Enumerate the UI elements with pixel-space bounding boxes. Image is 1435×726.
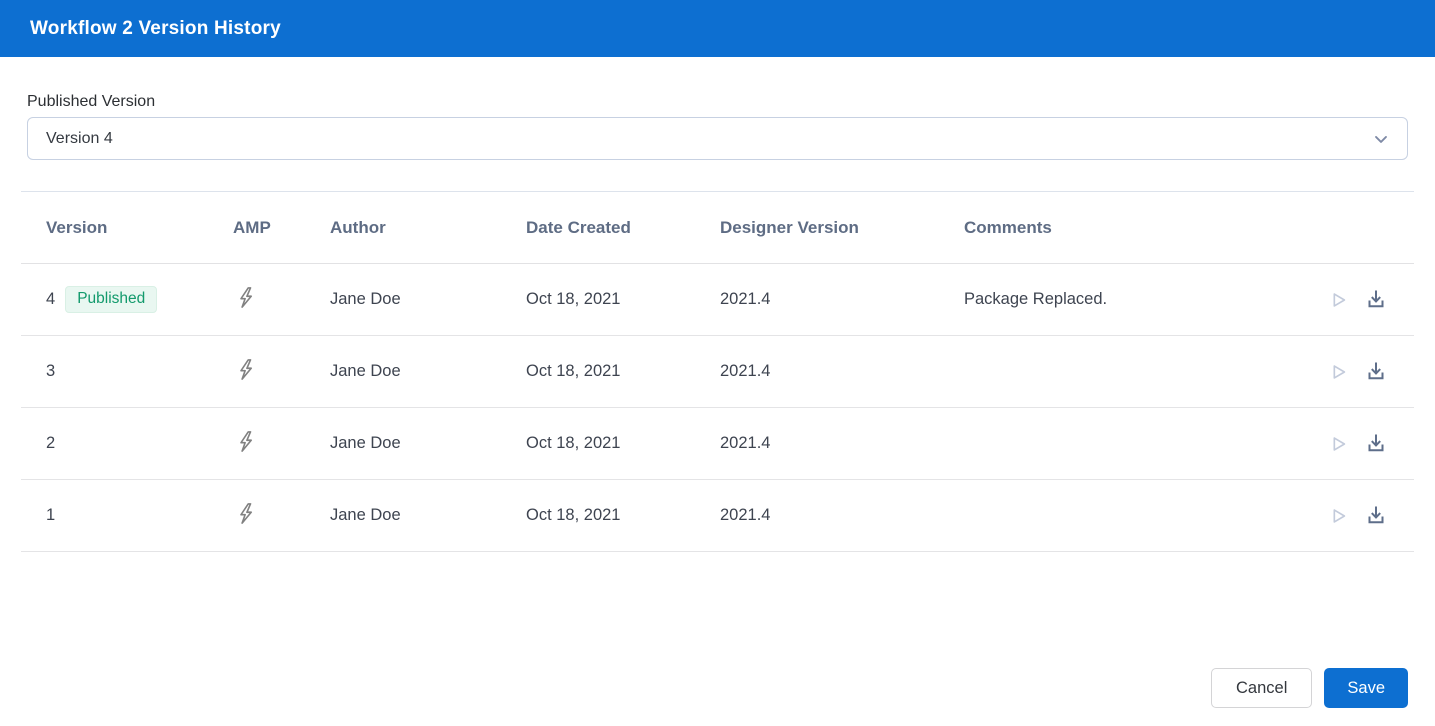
dialog-header: Workflow 2 Version History xyxy=(0,0,1435,57)
published-status-badge: Published xyxy=(65,285,158,314)
designer-version-cell: 2021.4 xyxy=(720,434,771,452)
table-row: 3 Jane Doe Oct 18, 2021 2021.4 xyxy=(21,336,1414,408)
row-actions xyxy=(1302,360,1414,384)
published-version-section: Published Version Version 4 xyxy=(0,93,1435,160)
column-header-date-created: Date Created xyxy=(526,217,631,237)
version-number: 4 xyxy=(46,290,56,308)
version-cell: 2 xyxy=(21,434,233,453)
date-created-cell: Oct 18, 2021 xyxy=(526,434,621,452)
table-row: 4 Published Jane Doe Oct 18, 2021 2021.4… xyxy=(21,264,1414,336)
dialog-footer: Cancel Save xyxy=(0,668,1435,726)
date-created-cell: Oct 18, 2021 xyxy=(526,290,621,308)
download-icon[interactable] xyxy=(1364,504,1388,528)
download-icon[interactable] xyxy=(1364,360,1388,384)
version-cell: 4 Published xyxy=(21,285,233,314)
author-cell: Jane Doe xyxy=(330,434,401,452)
table-body: 4 Published Jane Doe Oct 18, 2021 2021.4… xyxy=(21,264,1414,552)
row-actions xyxy=(1302,504,1414,528)
published-version-selected-value: Version 4 xyxy=(46,129,113,147)
amp-cell xyxy=(233,357,330,387)
designer-version-cell: 2021.4 xyxy=(720,506,771,524)
download-icon[interactable] xyxy=(1364,288,1388,312)
lightning-icon xyxy=(233,357,258,387)
column-header-comments: Comments xyxy=(964,217,1052,237)
cancel-button[interactable]: Cancel xyxy=(1211,668,1313,708)
amp-cell xyxy=(233,429,330,459)
version-cell: 1 xyxy=(21,506,233,525)
row-actions xyxy=(1302,432,1414,456)
table-row: 1 Jane Doe Oct 18, 2021 2021.4 xyxy=(21,480,1414,552)
author-cell: Jane Doe xyxy=(330,290,401,308)
lightning-icon xyxy=(233,285,258,315)
column-header-version: Version xyxy=(46,217,108,237)
column-header-author: Author xyxy=(330,217,386,237)
row-actions xyxy=(1302,288,1414,312)
download-icon[interactable] xyxy=(1364,432,1388,456)
play-icon[interactable] xyxy=(1327,361,1349,383)
table-row: 2 Jane Doe Oct 18, 2021 2021.4 xyxy=(21,408,1414,480)
date-created-cell: Oct 18, 2021 xyxy=(526,362,621,380)
column-header-amp: AMP xyxy=(233,217,271,237)
version-number: 3 xyxy=(46,362,56,380)
date-created-cell: Oct 18, 2021 xyxy=(526,506,621,524)
amp-cell xyxy=(233,285,330,315)
column-header-designer-version: Designer Version xyxy=(720,217,859,237)
published-version-label: Published Version xyxy=(27,93,156,110)
version-table: Version AMP Author Date Created Designer… xyxy=(21,192,1414,552)
designer-version-cell: 2021.4 xyxy=(720,362,771,380)
published-version-select[interactable]: Version 4 xyxy=(27,117,1408,160)
comments-cell: Package Replaced. xyxy=(964,290,1108,308)
play-icon[interactable] xyxy=(1327,433,1349,455)
lightning-icon xyxy=(233,501,258,531)
author-cell: Jane Doe xyxy=(330,506,401,524)
author-cell: Jane Doe xyxy=(330,362,401,380)
version-cell: 3 xyxy=(21,362,233,381)
dialog-title: Workflow 2 Version History xyxy=(30,17,281,39)
play-icon[interactable] xyxy=(1327,289,1349,311)
save-button[interactable]: Save xyxy=(1324,668,1408,708)
version-history-dialog: Workflow 2 Version History Published Ver… xyxy=(0,0,1435,726)
table-header-row: Version AMP Author Date Created Designer… xyxy=(21,192,1414,264)
designer-version-cell: 2021.4 xyxy=(720,290,771,308)
lightning-icon xyxy=(233,429,258,459)
chevron-down-icon xyxy=(1371,129,1391,149)
version-number: 1 xyxy=(46,506,56,524)
amp-cell xyxy=(233,501,330,531)
play-icon[interactable] xyxy=(1327,505,1349,527)
version-number: 2 xyxy=(46,434,56,452)
